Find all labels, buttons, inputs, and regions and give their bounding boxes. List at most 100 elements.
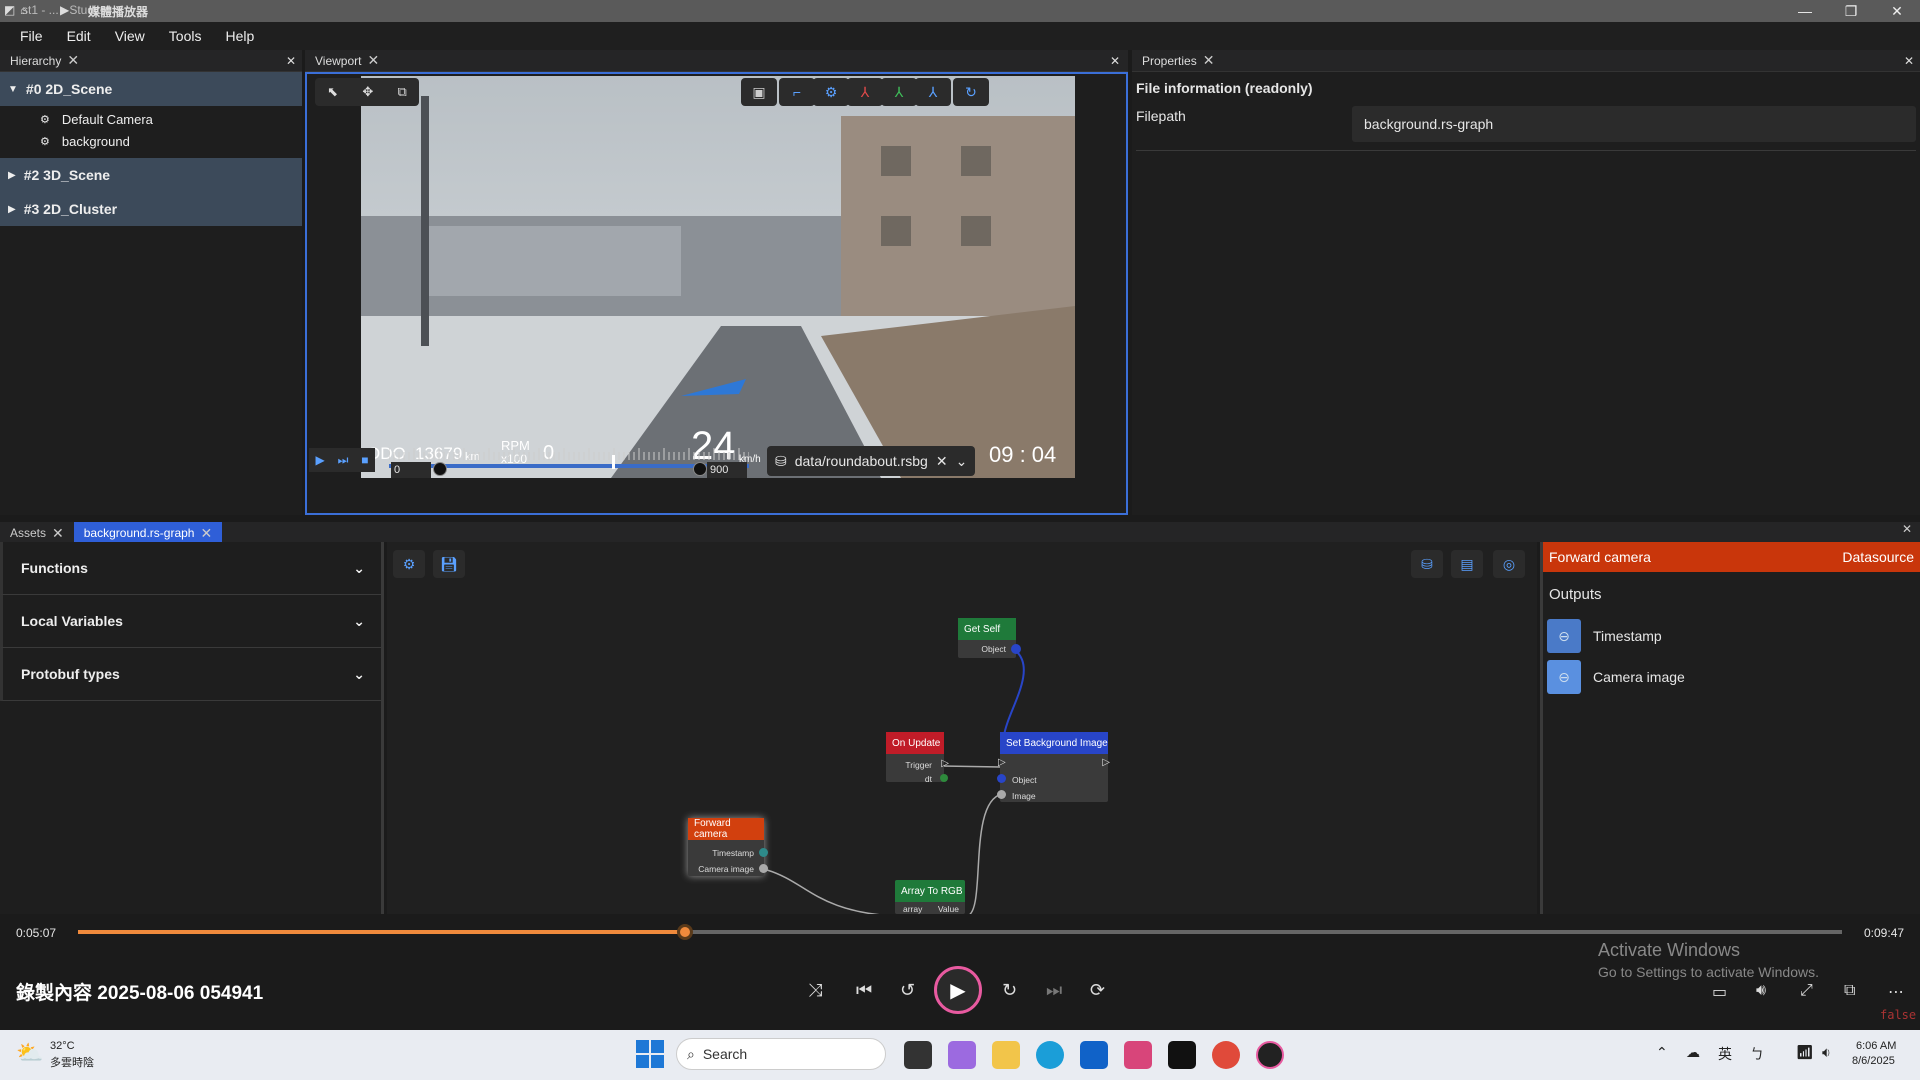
- tab-graph[interactable]: background.rs-graph ✕: [73, 522, 223, 544]
- section-protobuf-types[interactable]: Protobuf types ⌄: [0, 648, 381, 701]
- menu-view[interactable]: View: [103, 28, 157, 44]
- output-pin[interactable]: [759, 864, 768, 873]
- close-icon[interactable]: ✕: [67, 52, 79, 69]
- close-icon[interactable]: ✕: [367, 52, 379, 69]
- chevron-down-icon[interactable]: ⌄: [353, 560, 365, 577]
- hierarchy-item-background[interactable]: ⚙ background: [0, 130, 302, 152]
- chrome-icon[interactable]: [1212, 1041, 1240, 1069]
- restore-button[interactable]: ❐: [1828, 0, 1874, 22]
- menu-edit[interactable]: Edit: [55, 28, 103, 44]
- refresh-icon[interactable]: ↻: [953, 78, 989, 106]
- output-pin[interactable]: [1011, 644, 1021, 654]
- speaker-icon[interactable]: 🔉︎: [1822, 1044, 1831, 1061]
- node-forward-camera[interactable]: Forward camera Timestamp Camera image: [688, 818, 768, 876]
- copilot-icon[interactable]: [948, 1041, 976, 1069]
- wifi-icon[interactable]: 📶︎: [1796, 1044, 1814, 1061]
- minimize-button[interactable]: —: [1782, 0, 1828, 22]
- snap-icon[interactable]: ⌐: [779, 78, 815, 106]
- tab-hierarchy[interactable]: Hierarchy ✕: [0, 50, 89, 72]
- select-tool-icon[interactable]: ⬉: [327, 84, 338, 100]
- node-array-to-rgb[interactable]: Array To RGB array Value: [895, 880, 965, 914]
- scene-row-3d[interactable]: ▶ #2 3D_Scene: [0, 158, 302, 192]
- play-button[interactable]: ▶: [934, 966, 982, 1014]
- forward-icon[interactable]: ↻: [1002, 980, 1017, 1001]
- section-local-variables[interactable]: Local Variables ⌄: [0, 595, 381, 648]
- node-get-self[interactable]: Get Self Object: [958, 618, 1021, 658]
- exec-in-pin-icon[interactable]: ▷: [998, 757, 1006, 768]
- node-graph-canvas[interactable]: ⚙ 💾︎ ⛁ ▤ ◎ Get Self Object On Update Tri…: [387, 542, 1537, 914]
- close-button[interactable]: ✕: [1874, 0, 1920, 22]
- chevron-down-icon[interactable]: ⌄: [956, 453, 968, 470]
- step-icon[interactable]: ⏭: [338, 453, 349, 468]
- menu-tools[interactable]: Tools: [157, 28, 214, 44]
- output-row[interactable]: ⊖ Timestamp: [1543, 618, 1920, 654]
- rewind-icon[interactable]: ↺: [900, 980, 915, 1001]
- more-icon[interactable]: ⋯: [1888, 982, 1904, 1002]
- output-pin[interactable]: [759, 848, 768, 857]
- node-on-update[interactable]: On Update Trigger dt ▷: [886, 732, 949, 784]
- close-icon[interactable]: ✕: [52, 525, 64, 542]
- search-box[interactable]: ⌕ Search: [676, 1038, 886, 1070]
- timeline-playhead[interactable]: [612, 455, 616, 469]
- onedrive-icon[interactable]: ☁: [1686, 1044, 1700, 1061]
- snipping-tool-icon[interactable]: [1124, 1041, 1152, 1069]
- output-row[interactable]: ⊖ Camera image: [1543, 659, 1920, 695]
- seek-knob[interactable]: [676, 924, 693, 940]
- hierarchy-item-default-camera[interactable]: ⚙ Default Camera: [0, 108, 302, 130]
- scale-tool-icon[interactable]: ⧉: [398, 84, 407, 100]
- ime-indicator[interactable]: 英: [1718, 1044, 1732, 1064]
- chevron-right-icon[interactable]: ▶: [8, 170, 16, 181]
- previous-icon[interactable]: ⏮: [856, 980, 872, 1001]
- shuffle-icon[interactable]: ⤨: [808, 980, 822, 1001]
- stop-icon[interactable]: ■: [361, 453, 368, 467]
- range-start-handle[interactable]: [433, 462, 447, 476]
- panel-close-icon[interactable]: ✕: [1110, 54, 1120, 68]
- file-explorer-icon[interactable]: [992, 1041, 1020, 1069]
- range-end[interactable]: 900: [707, 462, 747, 478]
- scene-row-2d[interactable]: ▼ #0 2D_Scene: [0, 72, 302, 106]
- weather-icon[interactable]: ⛅: [16, 1040, 46, 1068]
- chevron-right-icon[interactable]: ▶: [8, 204, 16, 215]
- move-tool-icon[interactable]: ✥: [362, 84, 373, 100]
- close-icon[interactable]: ✕: [1203, 52, 1215, 69]
- node-set-background-image[interactable]: Set Background Image ▷ ▷ Object Image: [997, 732, 1110, 802]
- range-start[interactable]: 0: [391, 462, 431, 478]
- panel-close-icon[interactable]: ✕: [1904, 54, 1914, 68]
- view-mode-icon[interactable]: ▣: [741, 78, 777, 106]
- scene-row-cluster[interactable]: ▶ #3 2D_Cluster: [0, 192, 302, 226]
- outlook-icon[interactable]: [1080, 1041, 1108, 1069]
- subtitles-icon[interactable]: ▭: [1712, 982, 1727, 1002]
- volume-icon[interactable]: 🔊︎: [1756, 982, 1766, 1000]
- datasource-selector[interactable]: ⛁ data/roundabout.rsbg ✕ ⌄: [767, 446, 975, 476]
- seek-track[interactable]: [78, 924, 1842, 940]
- chevron-up-icon[interactable]: ⌃: [1656, 1044, 1668, 1061]
- edge-icon[interactable]: [1036, 1041, 1064, 1069]
- menu-help[interactable]: Help: [213, 28, 266, 44]
- miniplayer-icon[interactable]: ⧉: [1844, 982, 1855, 1000]
- chevron-down-icon[interactable]: ▼: [8, 84, 18, 95]
- close-icon[interactable]: ✕: [200, 525, 212, 542]
- panel-close-icon[interactable]: ✕: [1902, 522, 1912, 542]
- axis-z-icon[interactable]: ⅄: [915, 78, 951, 106]
- section-functions[interactable]: Functions ⌄: [0, 542, 381, 595]
- range-end-handle[interactable]: [693, 462, 707, 476]
- axis-y-icon[interactable]: ⅄: [881, 78, 917, 106]
- task-view-icon[interactable]: [904, 1041, 932, 1069]
- play-icon[interactable]: ▶: [315, 453, 324, 467]
- tab-properties[interactable]: Properties ✕: [1132, 50, 1224, 72]
- fullscreen-icon[interactable]: ⤢: [1800, 982, 1813, 1000]
- input-pin[interactable]: [997, 774, 1006, 783]
- settings-gear-icon[interactable]: ⚙: [813, 78, 849, 106]
- exec-out-pin-icon[interactable]: ▷: [1102, 757, 1110, 768]
- windows-start-icon[interactable]: [636, 1040, 664, 1068]
- next-icon[interactable]: ⏭: [1046, 980, 1062, 1001]
- studio-app-icon[interactable]: [1168, 1041, 1196, 1069]
- clear-icon[interactable]: ✕: [936, 453, 948, 470]
- menu-file[interactable]: File: [8, 28, 55, 44]
- exec-pin-icon[interactable]: ▷: [941, 758, 949, 769]
- axis-x-icon[interactable]: ⅄: [847, 78, 883, 106]
- chevron-down-icon[interactable]: ⌄: [353, 666, 365, 683]
- media-player-taskbar-icon[interactable]: [1256, 1041, 1284, 1069]
- chevron-down-icon[interactable]: ⌄: [353, 613, 365, 630]
- repeat-icon[interactable]: ⟳: [1090, 980, 1105, 1001]
